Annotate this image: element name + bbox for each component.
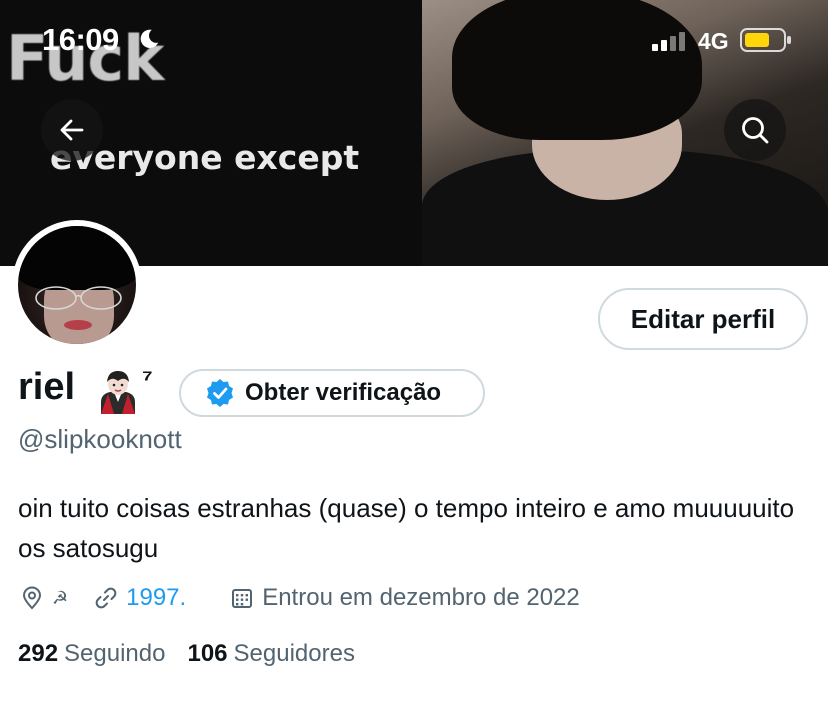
link-icon xyxy=(95,587,117,609)
following-label: Seguindo xyxy=(64,640,166,667)
user-handle: @slipkooknott xyxy=(18,424,182,454)
avatar-glasses xyxy=(35,286,122,310)
location-text: ☭ xyxy=(52,587,69,608)
network-type: 4G xyxy=(698,28,729,54)
followers-count: 106 xyxy=(187,640,228,667)
edit-profile-button[interactable]: Editar perfil xyxy=(598,288,808,350)
avatar-image xyxy=(18,226,136,344)
joined-item: Entrou em dezembro de 2022 xyxy=(230,584,580,612)
location-item: ☭ xyxy=(20,586,94,610)
battery-icon xyxy=(740,28,791,52)
verified-badge-icon xyxy=(207,379,233,407)
search-button[interactable] xyxy=(724,99,786,161)
banner-photo-hair xyxy=(452,0,702,140)
avatar-hair xyxy=(18,226,136,290)
avatar-lips xyxy=(64,320,92,330)
website-item[interactable]: 1997. xyxy=(94,584,230,612)
location-pin-icon xyxy=(22,586,42,610)
name-superscript: ⁷ xyxy=(142,363,153,393)
profile-page: Fuck everyone except 16:09 4G Editar per… xyxy=(0,0,828,705)
joined-date: Entrou em dezembro de 2022 xyxy=(262,584,580,611)
profile-bio: oin tuito coisas estranhas (quase) o tem… xyxy=(18,493,795,563)
profile-banner[interactable]: Fuck everyone except 16:09 4G xyxy=(0,0,828,266)
get-verified-label: Obter verificação xyxy=(245,379,442,406)
following-count: 292 xyxy=(18,640,59,667)
arrow-left-icon xyxy=(60,119,84,141)
display-name: riel xyxy=(18,366,76,408)
back-button[interactable] xyxy=(41,99,103,161)
website-link[interactable]: 1997. xyxy=(126,584,186,612)
moon-icon xyxy=(140,29,159,48)
signal-icon xyxy=(652,32,685,51)
avatar[interactable] xyxy=(12,220,142,350)
status-time: 16:09 xyxy=(42,22,119,57)
following-link[interactable]: 292 Seguindo xyxy=(18,640,165,668)
get-verified-button[interactable]: Obter verificação xyxy=(179,369,485,417)
followers-link[interactable]: 106 Seguidores xyxy=(187,640,354,668)
profile-meta: ☭ 1997. Entrou em dezembro de 2022 xyxy=(20,582,580,614)
followers-label: Seguidores xyxy=(233,640,355,667)
calendar-icon xyxy=(232,589,253,608)
vampire-emoji-icon xyxy=(101,371,135,414)
search-icon xyxy=(742,117,769,144)
follow-counts: 292 Seguindo 106 Seguidores xyxy=(18,640,355,668)
